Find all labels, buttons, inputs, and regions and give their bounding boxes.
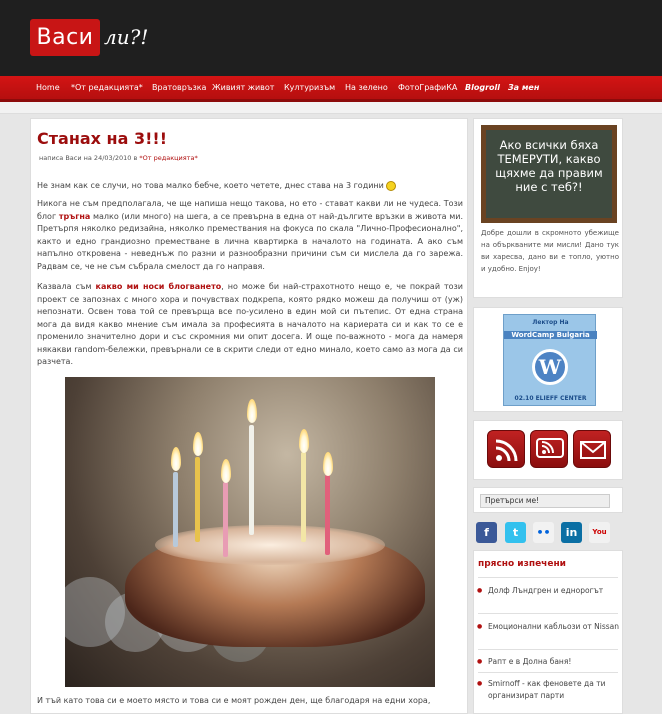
flame <box>171 447 181 471</box>
nav-item-living-life[interactable]: Живият живот <box>212 83 274 92</box>
flame <box>299 429 309 453</box>
nav-item-home[interactable]: Home <box>36 83 60 92</box>
nav-item-about[interactable]: За мен <box>508 83 539 92</box>
sidebar-about-widget: Ако всички бяха ТЕМЕРУТИ, какво щяхме да… <box>473 118 623 298</box>
youtube-icon[interactable]: You <box>589 522 610 543</box>
main-nav: Home *От редакцията* Вратовръзка Живият … <box>0 76 662 102</box>
wordcamp-brand: WordCamp Bulgaria <box>504 331 597 339</box>
chalkboard-banner: Ако всички бяха ТЕМЕРУТИ, какво щяхме да… <box>481 125 617 223</box>
candle <box>301 452 306 542</box>
recent-posts-title: прясно изпечени <box>478 559 566 569</box>
flame <box>247 399 257 423</box>
divider <box>478 672 618 673</box>
nav-item-blogroll[interactable]: Blogroll <box>465 83 500 92</box>
candle <box>223 482 228 557</box>
site-logo-suffix[interactable]: ли?! <box>104 25 148 49</box>
candle <box>249 425 254 535</box>
post-meta: написа Васи на 24/03/2010 в *От редакция… <box>39 154 198 162</box>
post-paragraph-3: И тъй като това си е моето място и това … <box>37 696 431 705</box>
post-paragraph-2-text-b: , но може би най-страхотното нещо е, че … <box>37 282 464 366</box>
post-meta-text: написа Васи на 24/03/2010 в <box>39 154 140 162</box>
recent-post-link[interactable]: Емоционални кабльози от Nissan <box>477 621 620 633</box>
recent-post-link[interactable]: Долф Лъндгрен и еднорогът <box>477 585 620 597</box>
nav-item-green[interactable]: На зелено <box>345 83 388 92</box>
comments-rss-icon[interactable] <box>530 430 568 468</box>
candle <box>325 475 330 555</box>
wordcamp-widget: Лектор На WordCamp Bulgaria W 02.10 ELIE… <box>473 307 623 412</box>
search-widget: Претърси ме! <box>473 487 623 513</box>
post-category-link[interactable]: *От редакцията* <box>139 154 197 162</box>
wordcamp-speaker-label: Лектор На <box>532 319 569 326</box>
started-link[interactable]: тръгна <box>59 212 90 221</box>
flame <box>193 432 203 456</box>
nav-subbar <box>0 102 662 114</box>
nav-item-bodybuilding[interactable]: Културизъм <box>284 83 335 92</box>
candle <box>195 457 200 542</box>
smiley-icon <box>386 180 397 191</box>
post-container: Станах на 3!!! написа Васи на 24/03/2010… <box>30 118 468 714</box>
wordcamp-date: 02.10 ELIEFF CENTER <box>514 395 587 402</box>
post-title[interactable]: Станах на 3!!! <box>37 129 167 148</box>
divider <box>478 649 618 650</box>
search-input[interactable]: Претърси ме! <box>480 494 610 508</box>
email-icon[interactable] <box>573 430 611 468</box>
site-logo[interactable]: Васи <box>30 19 100 56</box>
birthday-cake-photo <box>65 377 435 687</box>
flame <box>221 459 231 483</box>
rss-icon[interactable] <box>487 430 525 468</box>
linkedin-icon[interactable]: in <box>561 522 582 543</box>
divider <box>478 613 618 614</box>
divider <box>478 577 618 578</box>
wordcamp-badge[interactable]: Лектор На WordCamp Bulgaria W 02.10 ELIE… <box>503 314 597 406</box>
flame <box>323 452 333 476</box>
site-header: Васи ли?! <box>0 0 662 76</box>
post-intro-text: Не знам как се случи, но това малко бебч… <box>37 181 384 190</box>
nav-item-necktie[interactable]: Вратовръзка <box>152 83 206 92</box>
blogging-link[interactable]: какво ми носи блогването <box>96 282 222 291</box>
post-paragraph-2: Казвала съм какво ми носи блогването, но… <box>37 281 463 369</box>
wordpress-logo-icon: W <box>532 349 568 385</box>
candle <box>173 472 178 547</box>
twitter-icon[interactable]: t <box>505 522 526 543</box>
recent-post-link[interactable]: Рапт е в Долна баня! <box>477 656 620 668</box>
nav-item-editorial[interactable]: *От редакцията* <box>71 83 143 92</box>
post-paragraph-1: Никога не съм предполагала, че ще напиша… <box>37 198 463 273</box>
nav-item-photography[interactable]: ФотоГрафиКА <box>398 83 457 92</box>
post-intro: Не знам как се случи, но това малко бебч… <box>37 180 463 193</box>
post-paragraph-2-text-a: Казвала съм <box>37 282 96 291</box>
post-paragraph-1-text-b: малко (или много) на шега, а се превърна… <box>37 211 464 271</box>
recent-post-link[interactable]: Smirnoff - как феновете да ти организира… <box>477 678 620 702</box>
facebook-icon[interactable]: f <box>476 522 497 543</box>
about-text: Добре дошли в скромното убежище на обърк… <box>481 229 619 273</box>
subscribe-widget <box>473 420 623 480</box>
flickr-icon[interactable]: •• <box>533 522 554 543</box>
cake-icing <box>155 525 385 565</box>
